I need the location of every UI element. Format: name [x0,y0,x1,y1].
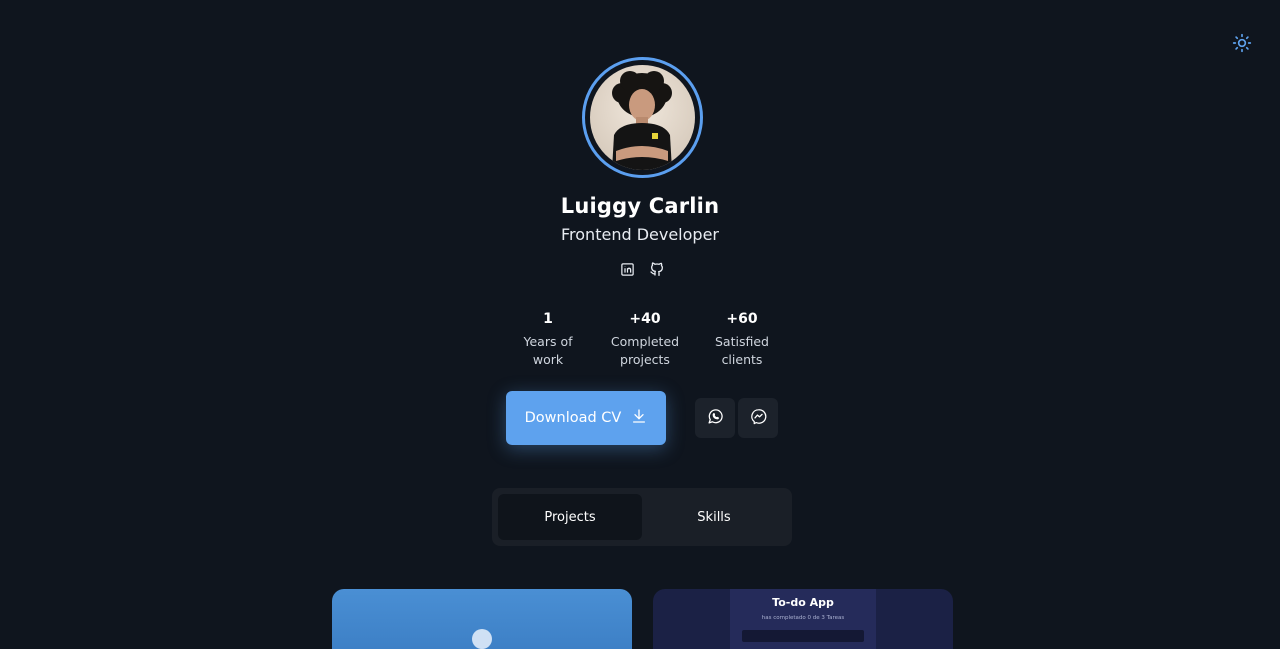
stat-label-line1: Satisfied [715,334,769,349]
stat-clients: +60 Satisfied clients [694,311,790,369]
linkedin-icon [620,262,635,281]
avatar-ring [582,57,703,178]
stat-value: +60 [726,311,758,327]
download-icon [631,408,647,428]
stat-label-line2: projects [620,352,670,367]
stat-years: 1 Years of work [500,311,596,369]
messenger-icon [750,408,767,429]
tab-skills[interactable]: Skills [642,494,786,540]
stats-row: 1 Years of work +40 Completed projects +… [500,311,790,369]
linkedin-link[interactable] [618,262,636,280]
project-card-subtitle: has completado 0 de 3 Tareas [761,615,845,621]
stat-value: +40 [629,311,661,327]
whatsapp-button[interactable] [695,398,735,438]
stat-value: 1 [543,311,553,327]
stat-label-line1: Years of [523,334,573,349]
stat-label-line2: work [532,352,564,367]
whatsapp-icon [707,408,724,429]
github-icon [649,261,665,281]
stat-label-line2: clients [721,352,763,367]
section-tabs: Projects Skills [492,488,792,546]
tab-projects[interactable]: Projects [498,494,642,540]
download-cv-button[interactable]: Download CV [506,391,666,445]
theme-toggle-button[interactable] [1230,33,1254,57]
profile-name: Luiggy Carlin [560,194,720,218]
sun-icon [1232,33,1252,57]
project-card-thumbnail [472,629,492,649]
project-card-input [742,630,864,642]
project-card[interactable]: To-do App has completado 0 de 3 Tareas [653,589,953,649]
messenger-button[interactable] [738,398,778,438]
profile-role: Frontend Developer [561,225,719,244]
project-card[interactable] [332,589,632,649]
avatar [590,65,695,170]
stat-label-line1: Completed [610,334,680,349]
github-link[interactable] [648,262,666,280]
social-links [618,262,666,280]
download-cv-label: Download CV [524,410,622,426]
project-card-thumbnail: To-do App has completado 0 de 3 Tareas [730,589,876,649]
project-card-title: To-do App [772,596,834,609]
stat-projects: +40 Completed projects [597,311,693,369]
